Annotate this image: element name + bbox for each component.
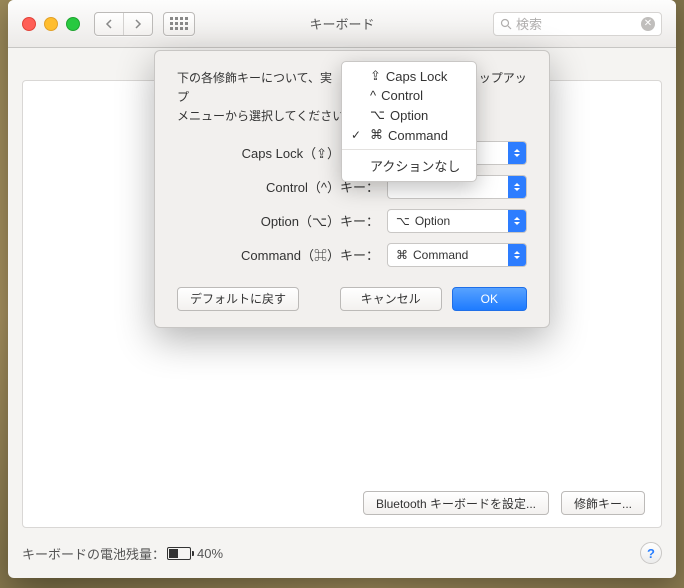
toolbar: キーボード 検索 ✕ — [8, 0, 676, 48]
footer: キーボードの電池残量： 40% ? — [22, 542, 662, 564]
ok-button[interactable]: OK — [452, 287, 527, 311]
clear-search-button[interactable]: ✕ — [641, 17, 655, 31]
option-popup[interactable]: ⌥Option — [387, 209, 527, 233]
search-icon — [500, 18, 512, 30]
battery-icon — [167, 547, 191, 560]
help-button[interactable]: ? — [640, 542, 662, 564]
nav-forward-button[interactable] — [124, 13, 152, 35]
battery-percent: 40% — [197, 546, 223, 561]
close-window-button[interactable] — [22, 17, 36, 31]
chevron-right-icon — [134, 19, 142, 29]
search-placeholder: 検索 — [516, 14, 542, 33]
menu-separator — [342, 149, 476, 150]
restore-defaults-button[interactable]: デフォルトに戻す — [177, 287, 299, 311]
modifier-keys-button[interactable]: 修飾キー... — [561, 491, 645, 515]
nav-back-forward — [94, 12, 153, 36]
minimize-window-button[interactable] — [44, 17, 58, 31]
menu-item-control[interactable]: ^Control — [342, 86, 476, 105]
search-input[interactable]: 検索 ✕ — [493, 12, 662, 36]
menu-item-option[interactable]: ⌥Option — [342, 105, 476, 125]
command-popup[interactable]: ⌘Command — [387, 243, 527, 267]
menu-item-capslock[interactable]: ⇪Caps Lock — [342, 66, 476, 86]
modifier-menu: ⇪Caps Lock ^Control ⌥Option ✓ ⌘Command ア… — [341, 61, 477, 182]
nav-back-button[interactable] — [95, 13, 124, 35]
checkmark-icon: ✓ — [351, 128, 361, 142]
bluetooth-setup-button[interactable]: Bluetooth キーボードを設定... — [363, 491, 549, 515]
preferences-window: キーボード 検索 ✕ Bluetooth キーボードを設定... 修飾キー...… — [8, 0, 676, 578]
cancel-button[interactable]: キャンセル — [340, 287, 442, 311]
show-all-button[interactable] — [163, 12, 195, 36]
menu-item-command[interactable]: ✓ ⌘Command — [342, 125, 476, 145]
option-label: Option（⌥）キー： — [177, 211, 387, 230]
traffic-lights — [22, 17, 80, 31]
zoom-window-button[interactable] — [66, 17, 80, 31]
command-label: Command（⌘）キー： — [177, 245, 387, 264]
chevron-left-icon — [105, 19, 113, 29]
grid-icon — [170, 17, 188, 30]
battery-label: キーボードの電池残量： — [22, 544, 165, 563]
menu-item-noaction[interactable]: アクションなし — [342, 154, 476, 177]
